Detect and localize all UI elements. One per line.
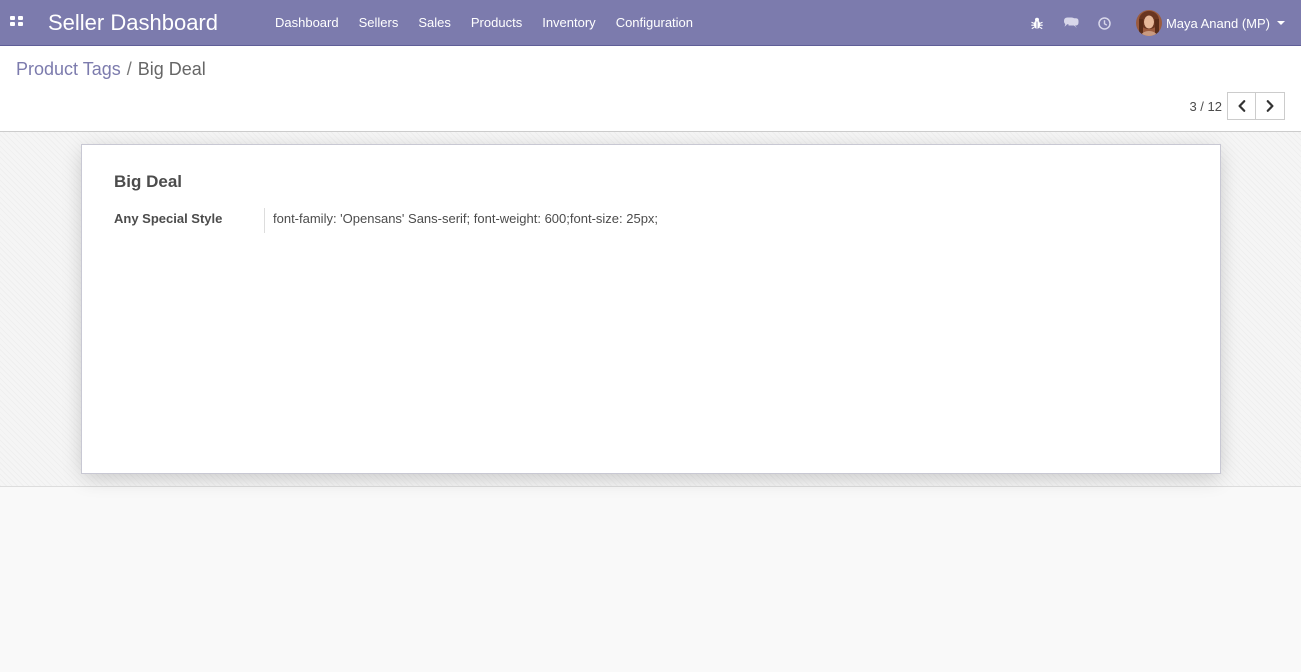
bug-icon[interactable] bbox=[1020, 0, 1054, 46]
pager-previous-button[interactable] bbox=[1227, 92, 1256, 120]
pager-value[interactable]: 3 / 12 bbox=[1189, 99, 1222, 114]
menu-item-dashboard[interactable]: Dashboard bbox=[265, 0, 349, 46]
chat-icon[interactable] bbox=[1054, 0, 1088, 46]
menu-item-sellers[interactable]: Sellers bbox=[349, 0, 409, 46]
main-menu: Dashboard Sellers Sales Products Invento… bbox=[265, 0, 703, 46]
user-menu[interactable]: Maya Anand (MP) bbox=[1122, 0, 1301, 46]
pager: 3 / 12 bbox=[1189, 92, 1285, 120]
menu-item-inventory[interactable]: Inventory bbox=[532, 0, 605, 46]
special-style-value: font-family: 'Opensans' Sans-serif; font… bbox=[273, 211, 659, 226]
top-navbar: Seller Dashboard Dashboard Sellers Sales… bbox=[0, 0, 1301, 46]
chevron-left-icon bbox=[1238, 100, 1245, 112]
breadcrumb-separator: / bbox=[126, 59, 132, 79]
pager-next-button[interactable] bbox=[1256, 92, 1285, 120]
form-sheet: Big Deal Any Special Style font-family: … bbox=[81, 144, 1221, 474]
avatar bbox=[1135, 10, 1162, 36]
field-divider bbox=[264, 208, 265, 233]
user-name: Maya Anand (MP) bbox=[1165, 15, 1270, 31]
systray: Maya Anand (MP) bbox=[1020, 0, 1301, 46]
apps-menu-icon[interactable] bbox=[10, 16, 23, 27]
clock-icon[interactable] bbox=[1088, 0, 1122, 46]
app-brand-title[interactable]: Seller Dashboard bbox=[48, 10, 218, 36]
record-title: Big Deal bbox=[114, 172, 183, 191]
breadcrumb-current: Big Deal bbox=[137, 59, 206, 79]
breadcrumb: Product Tags / Big Deal bbox=[16, 58, 206, 80]
chevron-right-icon bbox=[1266, 100, 1274, 112]
caret-down-icon bbox=[1277, 21, 1285, 25]
menu-item-configuration[interactable]: Configuration bbox=[606, 0, 703, 46]
menu-item-sales[interactable]: Sales bbox=[408, 0, 461, 46]
special-style-label: Any Special Style bbox=[114, 211, 223, 226]
menu-item-products[interactable]: Products bbox=[461, 0, 532, 46]
breadcrumb-parent-link[interactable]: Product Tags bbox=[16, 59, 121, 79]
control-panel: Product Tags / Big Deal 3 / 12 bbox=[0, 46, 1301, 132]
